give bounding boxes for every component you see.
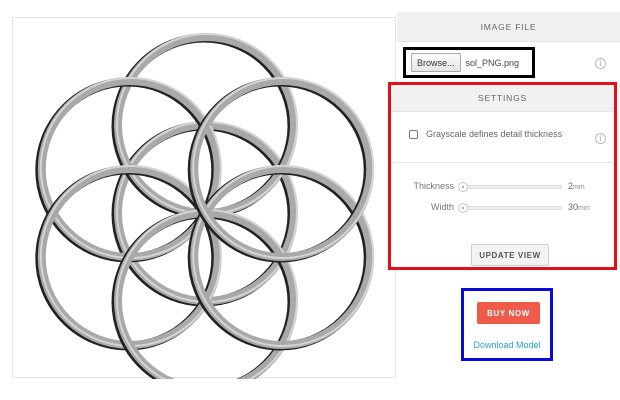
thickness-slider-handle[interactable] xyxy=(458,182,468,192)
page: IMAGE FILE Browse... sol_PNG.png i SETTI… xyxy=(0,0,620,400)
model-preview xyxy=(12,17,396,379)
thickness-value: 2mm xyxy=(568,181,585,191)
browse-button[interactable]: Browse... xyxy=(411,53,461,72)
file-picker: Browse... sol_PNG.png xyxy=(403,47,535,78)
update-view-button[interactable]: UPDATE VIEW xyxy=(471,244,549,266)
download-model-link[interactable]: Download Model xyxy=(464,340,550,350)
seed-of-life-preview-image xyxy=(35,33,375,379)
image-file-header: IMAGE FILE xyxy=(397,12,620,42)
settings-section: SETTINGS Grayscale defines detail thickn… xyxy=(388,82,617,270)
width-label: Width xyxy=(430,202,454,212)
settings-header: SETTINGS xyxy=(391,85,614,112)
selected-file-name: sol_PNG.png xyxy=(465,57,520,68)
settings-panel: IMAGE FILE Browse... sol_PNG.png i SETTI… xyxy=(388,12,620,378)
grayscale-checkbox[interactable] xyxy=(409,129,418,139)
buy-now-button[interactable]: BUY NOW xyxy=(477,302,540,324)
width-slider-track[interactable] xyxy=(460,206,562,210)
grayscale-info-icon[interactable]: i xyxy=(595,133,606,144)
width-value: 30mm xyxy=(568,202,590,212)
grayscale-option[interactable]: Grayscale defines detail thickness xyxy=(409,129,562,139)
info-icon[interactable]: i xyxy=(595,58,606,69)
purchase-section: BUY NOW Download Model xyxy=(461,288,553,361)
thickness-slider-track[interactable] xyxy=(460,185,562,189)
width-slider-row: Width 30mm xyxy=(391,201,614,215)
thickness-slider-row: Thickness 2mm xyxy=(391,180,614,194)
grayscale-label: Grayscale defines detail thickness xyxy=(426,129,563,139)
section-divider xyxy=(391,162,614,163)
thickness-label: Thickness xyxy=(413,181,454,191)
width-slider-handle[interactable] xyxy=(458,203,468,213)
